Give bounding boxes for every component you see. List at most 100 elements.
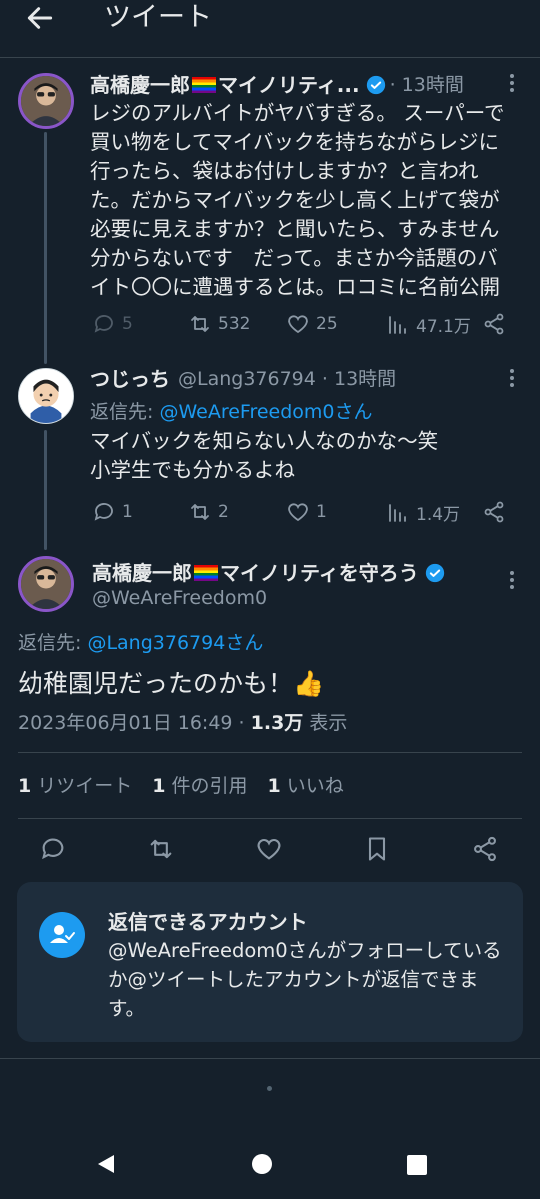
bookmark-icon [368, 837, 386, 861]
main-tweet-text: 幼稚園児だったのかも！👍 [18, 664, 324, 700]
more-icon[interactable] [502, 368, 522, 388]
views-icon [389, 315, 406, 334]
tweet-text-line: 小学生でも分かるよね [90, 458, 295, 482]
reply-to-prefix: 返信先: [18, 632, 88, 654]
retweet-count: 2 [218, 502, 229, 522]
like-icon [257, 838, 281, 860]
tweet-text-line: た。だからマイバックを少し高く上げて袋が [90, 188, 500, 212]
tweet-text-line: 買い物をしてマイバックを持ちながらレジに [90, 130, 499, 154]
reply-button[interactable]: 1 [92, 500, 133, 524]
tweet-text-line: マイバックを知らない人なのかな〜笑 [90, 429, 439, 453]
divider [18, 818, 522, 819]
retweet-button[interactable]: 2 [188, 500, 229, 524]
views-count: 1.4万 [416, 505, 461, 525]
count-number: 1 [18, 775, 32, 797]
card-body: @WeAreFreedom0さんがフォローしているか@ツイートしたアカウントが返… [108, 939, 502, 1020]
nav-home-icon[interactable] [250, 1152, 274, 1176]
share-button[interactable] [482, 312, 506, 336]
tweet-text-line: イト〇〇に遭遇するとは。ロコミに名前公開 [90, 275, 500, 299]
share-icon [484, 313, 504, 335]
reply-icon [42, 838, 64, 860]
author-name[interactable]: 高橋慶一郎 [90, 72, 190, 98]
retweet-button[interactable]: 532 [188, 312, 250, 336]
like-button[interactable] [255, 835, 283, 863]
timestamp[interactable]: 2023年06月01日 16:49 · [18, 712, 251, 734]
verified-icon [425, 563, 444, 583]
main-tweet-text-body: 幼稚園児だったのかも！ [18, 669, 294, 698]
views-label: 表示 [303, 712, 348, 734]
author-handle[interactable]: @WeAreFreedom0 [92, 587, 267, 609]
divider [18, 752, 522, 753]
back-arrow-icon[interactable] [24, 2, 56, 34]
like-icon [288, 315, 308, 334]
reply-button[interactable] [39, 835, 67, 863]
author-name[interactable]: つじっち [90, 366, 170, 392]
system-nav-bar [0, 1130, 540, 1199]
avatar[interactable] [18, 73, 74, 129]
avatar[interactable] [18, 368, 74, 424]
tweet-text-line: 必要に見えますか？と聞いたら、すみません [90, 217, 500, 241]
share-button[interactable] [482, 500, 506, 524]
avatar[interactable] [18, 556, 74, 612]
count-label: いいね [286, 775, 344, 797]
quote-count-link[interactable]: 1 件の引用 [152, 771, 247, 798]
more-icon[interactable] [502, 73, 522, 93]
tweet-text-line: 分からないです だって。まさか今話題のバ [90, 246, 498, 270]
like-count: 25 [316, 314, 338, 334]
nav-back-icon[interactable] [94, 1152, 118, 1176]
retweet-button[interactable] [147, 835, 175, 863]
views-button[interactable]: 1.4万 [386, 500, 460, 525]
views-icon [389, 503, 406, 522]
scroll-indicator [267, 1086, 272, 1091]
like-count-link[interactable]: 1 いいね [268, 771, 344, 798]
person-check-icon [39, 912, 85, 958]
card-title: 返信できるアカウント [108, 910, 308, 934]
tweet-text: マイバックを知らない人なのかな〜笑 小学生でも分かるよね [90, 427, 438, 485]
share-icon [474, 836, 496, 862]
page-title: ツイート [104, 2, 212, 33]
tweet-meta: · 13時間 [389, 74, 464, 96]
more-icon[interactable] [502, 570, 522, 590]
retweet-count-link[interactable]: 1 リツイート [18, 771, 132, 798]
author-name[interactable]: 高橋慶一郎 [92, 560, 192, 586]
thread-line [44, 132, 47, 364]
reply-to-link[interactable]: @WeAreFreedom0さん [159, 401, 372, 423]
reply-button[interactable]: 5 [92, 312, 133, 336]
reply-to: 返信先: @Lang376794さん [18, 628, 263, 655]
thread-line [44, 430, 47, 550]
author-name-suffix[interactable]: マイノリティ... [218, 72, 360, 98]
views-button[interactable]: 47.1万 [386, 312, 471, 337]
thumbs-up-emoji: 👍 [293, 669, 325, 698]
reply-to: 返信先: @WeAreFreedom0さん [90, 397, 373, 424]
reply-to-prefix: 返信先: [90, 401, 160, 423]
verified-icon [366, 75, 385, 95]
divider [0, 1058, 540, 1059]
views-count: 47.1万 [416, 317, 471, 337]
count-label: リツイート [37, 775, 133, 797]
reply-count: 5 [122, 314, 133, 334]
top-bar: ツイート [0, 0, 540, 40]
nav-recents-icon[interactable] [406, 1154, 428, 1176]
reply-to-link[interactable]: @Lang376794さん [87, 632, 263, 654]
tweet-text-line: 行ったら、袋はお付けしますか？と言われ [90, 159, 479, 183]
tweet-text-line: レジのアルバイトがヤバすぎる。 スーパーで [90, 101, 505, 125]
views-count: 1.3万 [250, 712, 304, 734]
share-button[interactable] [471, 835, 499, 863]
reply-count: 1 [122, 502, 133, 522]
retweet-icon [191, 316, 209, 332]
count-number: 1 [267, 775, 281, 797]
rainbow-flag-icon [194, 565, 218, 581]
like-button[interactable]: 25 [286, 312, 338, 336]
reply-icon [94, 315, 113, 333]
count-number: 1 [152, 775, 166, 797]
main-author-row: 高橋慶一郎 マイノリティを守ろう [92, 560, 445, 586]
divider [0, 57, 540, 58]
tweet-author-row: 高橋慶一郎 マイノリティ... · 13時間 [90, 72, 464, 98]
like-icon [288, 503, 308, 522]
bookmark-button[interactable] [363, 835, 391, 863]
author-name-suffix[interactable]: マイノリティを守ろう [220, 560, 419, 586]
timestamp-row: 2023年06月01日 16:49 · 1.3万 表示 [18, 708, 347, 735]
like-button[interactable]: 1 [286, 500, 327, 524]
retweet-icon [191, 504, 209, 520]
retweet-icon [150, 839, 172, 859]
